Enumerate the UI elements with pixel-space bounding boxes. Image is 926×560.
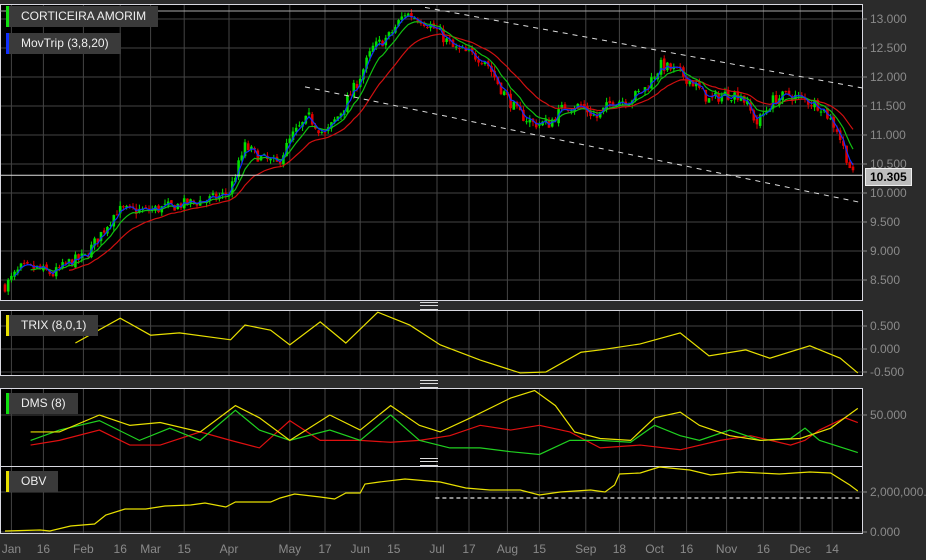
- x-tick-label: Apr: [220, 542, 239, 556]
- chart-canvas: 13.00012.50012.00011.50011.00010.50010.0…: [0, 4, 926, 556]
- y-tick-label: -0.500: [870, 365, 904, 379]
- x-tick-label: 16: [37, 542, 51, 556]
- x-tick-label: 16: [680, 542, 694, 556]
- candle: [637, 90, 640, 92]
- candle: [211, 193, 215, 196]
- candle: [122, 206, 125, 208]
- candle: [730, 100, 733, 102]
- x-tick-label: 15: [178, 542, 192, 556]
- y-tick-label: 13.000: [870, 12, 907, 26]
- y-tick-label: 10.000: [870, 186, 907, 200]
- candle: [755, 118, 759, 125]
- candle: [512, 101, 516, 110]
- x-tick-label: Nov: [716, 542, 737, 556]
- x-tick-label: Jul: [429, 542, 444, 556]
- candle: [22, 262, 26, 264]
- candle: [298, 125, 301, 127]
- legend-movtrip[interactable]: MovTrip (3,8,20): [6, 33, 121, 54]
- candle: [819, 111, 823, 113]
- candle: [848, 162, 852, 169]
- candle: [6, 279, 10, 292]
- legend-dms[interactable]: DMS (8): [6, 393, 78, 414]
- x-tick-label: 15: [387, 542, 401, 556]
- x-tick-label: Mar: [140, 542, 161, 556]
- last-price-label: 10.305: [865, 168, 912, 186]
- x-tick-label: Oct: [645, 542, 664, 556]
- x-tick-label: 18: [613, 542, 627, 556]
- candle: [525, 121, 528, 123]
- y-tick-label: 12.500: [870, 41, 907, 55]
- candle: [784, 91, 788, 93]
- candle: [669, 63, 672, 70]
- candle: [368, 51, 372, 57]
- candle: [579, 104, 583, 106]
- y-tick-label: 0.500: [870, 319, 900, 333]
- x-tick-label: 15: [533, 542, 547, 556]
- candle: [810, 105, 813, 107]
- candle: [378, 39, 381, 42]
- legend-instrument[interactable]: CORTICEIRA AMORIM: [6, 6, 159, 27]
- candle: [480, 63, 484, 65]
- candle: [26, 262, 29, 264]
- candle: [10, 275, 13, 280]
- x-tick-label: May: [278, 542, 301, 556]
- y-tick-label: 0.000: [870, 342, 900, 356]
- y-tick-label: 9.500: [870, 215, 900, 229]
- y-tick-label: 9.000: [870, 244, 900, 258]
- dms-panel: [0, 388, 863, 467]
- x-tick-label: 17: [462, 542, 476, 556]
- candle: [458, 48, 461, 50]
- legend-obv[interactable]: OBV: [6, 471, 59, 492]
- candle: [349, 94, 352, 96]
- panel-resize-handle[interactable]: [420, 458, 438, 466]
- x-tick-label: 17: [318, 542, 332, 556]
- candle: [445, 38, 448, 43]
- panel-resize-handle[interactable]: [420, 380, 438, 388]
- x-tick-label: Aug: [497, 542, 518, 556]
- x-tick-label: Jan: [2, 542, 21, 556]
- candle: [317, 130, 320, 134]
- y-tick-label: 12.000: [870, 70, 907, 84]
- y-tick-label: 2,000,000.0: [870, 485, 926, 499]
- y-tick-label: 11.500: [870, 99, 906, 113]
- x-tick-label: 14: [826, 542, 840, 556]
- candle: [246, 143, 250, 151]
- candle: [502, 91, 506, 96]
- x-tick-label: 16: [114, 542, 128, 556]
- legend-trix[interactable]: TRIX (8,0,1): [6, 315, 99, 336]
- panel-resize-handle[interactable]: [420, 302, 438, 310]
- candle: [851, 166, 855, 171]
- obv-panel: [0, 466, 863, 534]
- candle: [269, 158, 272, 161]
- candle: [528, 119, 532, 123]
- candle: [323, 132, 327, 134]
- price-panel: [0, 4, 863, 301]
- candle: [3, 284, 7, 292]
- candle: [426, 26, 429, 29]
- x-tick-label: 16: [757, 542, 771, 556]
- candle: [307, 112, 311, 115]
- trix-panel: [0, 310, 863, 376]
- candle: [403, 15, 407, 17]
- candle: [320, 131, 324, 133]
- x-tick-label: Feb: [73, 542, 94, 556]
- y-tick-label: 50.000: [870, 408, 907, 422]
- candle: [608, 100, 612, 104]
- y-tick-label: 8.500: [870, 273, 900, 287]
- candle: [454, 46, 458, 48]
- y-tick-label: 0.000: [870, 525, 900, 539]
- x-tick-label: Dec: [790, 542, 811, 556]
- candle: [102, 230, 106, 233]
- candle: [509, 93, 512, 109]
- x-tick-label: Jun: [351, 542, 370, 556]
- y-tick-label: 11.000: [870, 128, 906, 142]
- x-tick-label: Sep: [575, 542, 597, 556]
- candle: [707, 98, 711, 103]
- candle: [653, 77, 656, 79]
